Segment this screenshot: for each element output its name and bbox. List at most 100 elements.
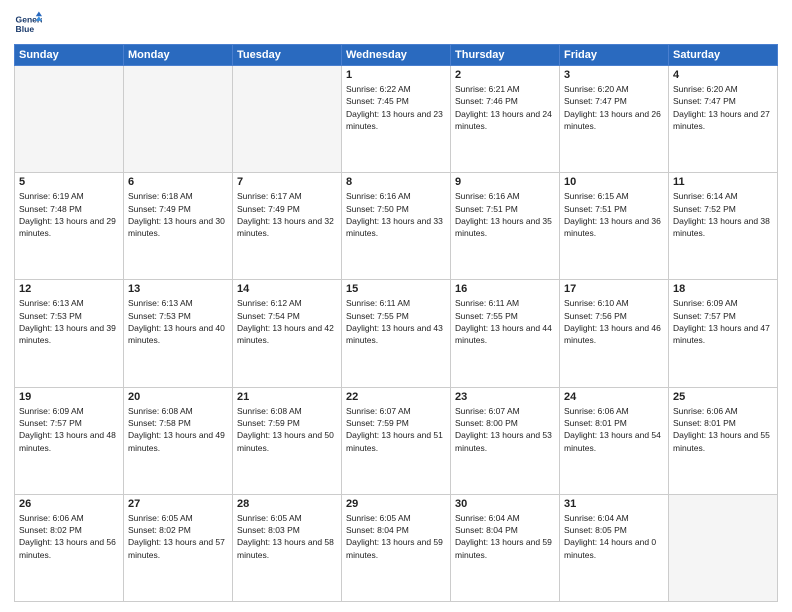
- day-number: 7: [237, 176, 337, 188]
- day-detail: Sunrise: 6:21 AMSunset: 7:46 PMDaylight:…: [455, 83, 555, 132]
- day-detail: Sunrise: 6:17 AMSunset: 7:49 PMDaylight:…: [237, 190, 337, 239]
- day-detail: Sunrise: 6:19 AMSunset: 7:48 PMDaylight:…: [19, 190, 119, 239]
- day-number: 14: [237, 283, 337, 295]
- svg-text:Blue: Blue: [16, 24, 35, 34]
- calendar-cell: 29 Sunrise: 6:05 AMSunset: 8:04 PMDayligh…: [342, 494, 451, 601]
- calendar-table: SundayMondayTuesdayWednesdayThursdayFrid…: [14, 44, 778, 602]
- day-number: 22: [346, 391, 446, 403]
- day-number: 19: [19, 391, 119, 403]
- day-detail: Sunrise: 6:20 AMSunset: 7:47 PMDaylight:…: [673, 83, 773, 132]
- day-detail: Sunrise: 6:11 AMSunset: 7:55 PMDaylight:…: [455, 297, 555, 346]
- day-detail: Sunrise: 6:13 AMSunset: 7:53 PMDaylight:…: [128, 297, 228, 346]
- calendar-week-row: 12 Sunrise: 6:13 AMSunset: 7:53 PMDayligh…: [15, 280, 778, 387]
- day-number: 21: [237, 391, 337, 403]
- day-number: 15: [346, 283, 446, 295]
- day-of-week-header: Wednesday: [342, 45, 451, 66]
- day-of-week-header: Sunday: [15, 45, 124, 66]
- logo: General Blue: [14, 10, 42, 38]
- day-detail: Sunrise: 6:22 AMSunset: 7:45 PMDaylight:…: [346, 83, 446, 132]
- calendar-cell: 24 Sunrise: 6:06 AMSunset: 8:01 PMDayligh…: [560, 387, 669, 494]
- day-detail: Sunrise: 6:16 AMSunset: 7:51 PMDaylight:…: [455, 190, 555, 239]
- calendar-cell: 10 Sunrise: 6:15 AMSunset: 7:51 PMDayligh…: [560, 173, 669, 280]
- day-detail: Sunrise: 6:05 AMSunset: 8:03 PMDaylight:…: [237, 512, 337, 561]
- day-number: 1: [346, 69, 446, 81]
- day-detail: Sunrise: 6:15 AMSunset: 7:51 PMDaylight:…: [564, 190, 664, 239]
- day-number: 11: [673, 176, 773, 188]
- day-detail: Sunrise: 6:13 AMSunset: 7:53 PMDaylight:…: [19, 297, 119, 346]
- calendar-cell: [669, 494, 778, 601]
- day-number: 23: [455, 391, 555, 403]
- calendar-cell: 30 Sunrise: 6:04 AMSunset: 8:04 PMDayligh…: [451, 494, 560, 601]
- day-detail: Sunrise: 6:16 AMSunset: 7:50 PMDaylight:…: [346, 190, 446, 239]
- day-number: 31: [564, 498, 664, 510]
- day-number: 25: [673, 391, 773, 403]
- calendar-week-row: 5 Sunrise: 6:19 AMSunset: 7:48 PMDaylight…: [15, 173, 778, 280]
- calendar-cell: 25 Sunrise: 6:06 AMSunset: 8:01 PMDayligh…: [669, 387, 778, 494]
- day-detail: Sunrise: 6:08 AMSunset: 7:59 PMDaylight:…: [237, 405, 337, 454]
- day-number: 18: [673, 283, 773, 295]
- calendar-cell: 3 Sunrise: 6:20 AMSunset: 7:47 PMDaylight…: [560, 66, 669, 173]
- day-detail: Sunrise: 6:07 AMSunset: 7:59 PMDaylight:…: [346, 405, 446, 454]
- day-number: 27: [128, 498, 228, 510]
- day-detail: Sunrise: 6:07 AMSunset: 8:00 PMDaylight:…: [455, 405, 555, 454]
- calendar-cell: 17 Sunrise: 6:10 AMSunset: 7:56 PMDayligh…: [560, 280, 669, 387]
- day-detail: Sunrise: 6:04 AMSunset: 8:04 PMDaylight:…: [455, 512, 555, 561]
- day-detail: Sunrise: 6:14 AMSunset: 7:52 PMDaylight:…: [673, 190, 773, 239]
- calendar-cell: 28 Sunrise: 6:05 AMSunset: 8:03 PMDayligh…: [233, 494, 342, 601]
- day-detail: Sunrise: 6:04 AMSunset: 8:05 PMDaylight:…: [564, 512, 664, 561]
- day-number: 5: [19, 176, 119, 188]
- calendar-cell: 27 Sunrise: 6:05 AMSunset: 8:02 PMDayligh…: [124, 494, 233, 601]
- calendar-cell: 26Sunrise: 6:06 AMSunset: 8:02 PMDayligh…: [15, 494, 124, 601]
- calendar-cell: 12 Sunrise: 6:13 AMSunset: 7:53 PMDayligh…: [15, 280, 124, 387]
- day-number: 29: [346, 498, 446, 510]
- day-number: 30: [455, 498, 555, 510]
- day-detail: Sunrise: 6:20 AMSunset: 7:47 PMDaylight:…: [564, 83, 664, 132]
- day-of-week-header: Friday: [560, 45, 669, 66]
- calendar-cell: 19 Sunrise: 6:09 AMSunset: 7:57 PMDayligh…: [15, 387, 124, 494]
- day-detail: Sunrise: 6:05 AMSunset: 8:04 PMDaylight:…: [346, 512, 446, 561]
- calendar-cell: 15 Sunrise: 6:11 AMSunset: 7:55 PMDayligh…: [342, 280, 451, 387]
- day-of-week-header: Thursday: [451, 45, 560, 66]
- day-detail: Sunrise: 6:10 AMSunset: 7:56 PMDaylight:…: [564, 297, 664, 346]
- calendar-cell: 9 Sunrise: 6:16 AMSunset: 7:51 PMDaylight…: [451, 173, 560, 280]
- calendar-cell: 23 Sunrise: 6:07 AMSunset: 8:00 PMDayligh…: [451, 387, 560, 494]
- day-of-week-header: Monday: [124, 45, 233, 66]
- calendar-cell: 1 Sunrise: 6:22 AMSunset: 7:45 PMDaylight…: [342, 66, 451, 173]
- calendar-cell: 31 Sunrise: 6:04 AMSunset: 8:05 PMDayligh…: [560, 494, 669, 601]
- calendar-cell: 22 Sunrise: 6:07 AMSunset: 7:59 PMDayligh…: [342, 387, 451, 494]
- calendar-cell: 21 Sunrise: 6:08 AMSunset: 7:59 PMDayligh…: [233, 387, 342, 494]
- day-detail: Sunrise: 6:11 AMSunset: 7:55 PMDaylight:…: [346, 297, 446, 346]
- day-number: 2: [455, 69, 555, 81]
- page: General Blue SundayMondayTuesdayWednesda…: [0, 0, 792, 612]
- calendar-cell: 5 Sunrise: 6:19 AMSunset: 7:48 PMDaylight…: [15, 173, 124, 280]
- day-detail: Sunrise: 6:12 AMSunset: 7:54 PMDaylight:…: [237, 297, 337, 346]
- calendar-cell: 13Sunrise: 6:13 AMSunset: 7:53 PMDayligh…: [124, 280, 233, 387]
- day-number: 24: [564, 391, 664, 403]
- day-number: 16: [455, 283, 555, 295]
- day-number: 3: [564, 69, 664, 81]
- day-detail: Sunrise: 6:09 AMSunset: 7:57 PMDaylight:…: [19, 405, 119, 454]
- day-number: 4: [673, 69, 773, 81]
- calendar-cell: 14 Sunrise: 6:12 AMSunset: 7:54 PMDayligh…: [233, 280, 342, 387]
- calendar-header-row: SundayMondayTuesdayWednesdayThursdayFrid…: [15, 45, 778, 66]
- day-detail: Sunrise: 6:05 AMSunset: 8:02 PMDaylight:…: [128, 512, 228, 561]
- calendar-cell: 4 Sunrise: 6:20 AMSunset: 7:47 PMDaylight…: [669, 66, 778, 173]
- day-of-week-header: Saturday: [669, 45, 778, 66]
- day-detail: Sunrise: 6:08 AMSunset: 7:58 PMDaylight:…: [128, 405, 228, 454]
- day-number: 8: [346, 176, 446, 188]
- day-number: 17: [564, 283, 664, 295]
- day-number: 20: [128, 391, 228, 403]
- calendar-week-row: 26Sunrise: 6:06 AMSunset: 8:02 PMDayligh…: [15, 494, 778, 601]
- calendar-cell: 7 Sunrise: 6:17 AMSunset: 7:49 PMDaylight…: [233, 173, 342, 280]
- day-number: 28: [237, 498, 337, 510]
- day-detail: Sunrise: 6:06 AMSunset: 8:01 PMDaylight:…: [673, 405, 773, 454]
- calendar-cell: 20 Sunrise: 6:08 AMSunset: 7:58 PMDayligh…: [124, 387, 233, 494]
- day-number: 9: [455, 176, 555, 188]
- day-number: 10: [564, 176, 664, 188]
- header: General Blue: [14, 10, 778, 38]
- day-number: 12: [19, 283, 119, 295]
- day-detail: Sunrise: 6:06 AMSunset: 8:01 PMDaylight:…: [564, 405, 664, 454]
- calendar-cell: 18Sunrise: 6:09 AMSunset: 7:57 PMDayligh…: [669, 280, 778, 387]
- day-number: 6: [128, 176, 228, 188]
- calendar-week-row: 19 Sunrise: 6:09 AMSunset: 7:57 PMDayligh…: [15, 387, 778, 494]
